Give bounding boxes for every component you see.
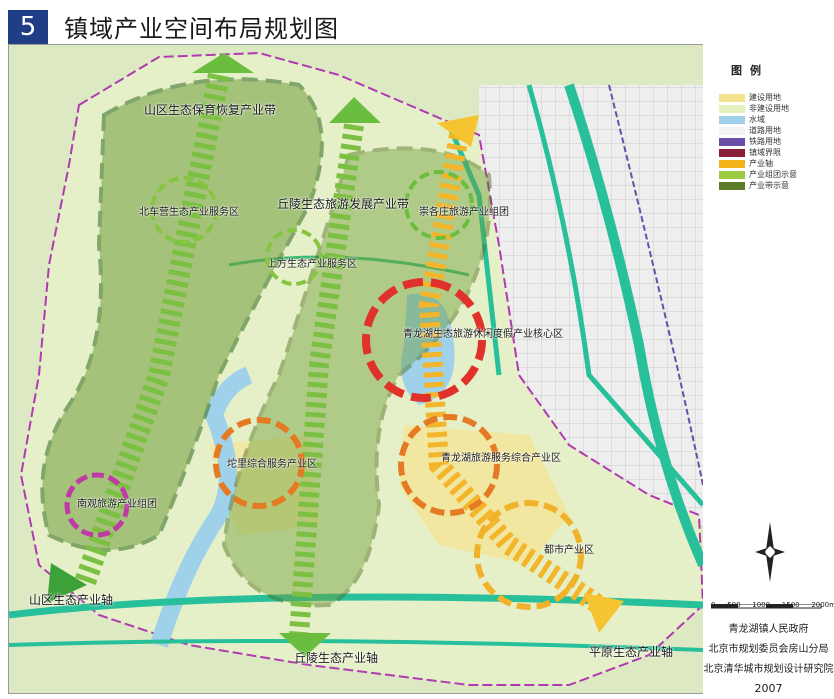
page-title: 镇域产业空间布局规划图 xyxy=(64,15,339,43)
legend-label: 铁路用地 xyxy=(749,137,781,146)
legend-item: 产业带示意 xyxy=(719,180,789,190)
credit-line-2: 北京市规划委员会房山分局 xyxy=(708,644,829,655)
legend-label: 非建设用地 xyxy=(749,104,789,113)
legend-swatch xyxy=(719,181,745,190)
label-dujia: 都市产业区 xyxy=(544,545,594,556)
label-qinglong-core: 青龙湖生态旅游休闲度假产业核心区 xyxy=(403,329,563,340)
legend-swatch xyxy=(719,126,745,135)
legend-label: 建设用地 xyxy=(749,93,781,102)
scale-tick-0: 0 xyxy=(711,601,716,609)
legend-label: 产业组团示意 xyxy=(749,170,797,179)
label-shangfang: 上方生态产业服务区 xyxy=(267,259,357,270)
legend-panel: 图例 建设用地非建设用地水域道路用地铁路用地镇域界限产业轴产业组团示意 产业带示意… xyxy=(703,44,834,699)
legend-swatch xyxy=(719,115,745,124)
legend-label: 产业轴 xyxy=(749,159,773,168)
legend-item: 镇域界限 xyxy=(719,147,781,157)
legend-item: 产业轴 xyxy=(719,158,773,168)
scale-tick-1500: 1500 xyxy=(781,601,800,609)
label-hill-belt: 丘陵生态旅游发展产业带 xyxy=(277,197,410,211)
scale-tick-500: 500 xyxy=(727,601,741,609)
scale-tick-1000: 1000 xyxy=(752,601,771,609)
legend-title: 图例 xyxy=(731,64,769,77)
credit-year: 2007 xyxy=(754,682,783,695)
legend-item: 非建设用地 xyxy=(719,103,789,113)
legend-swatch xyxy=(719,148,745,157)
legend-label: 水域 xyxy=(749,115,765,124)
north-arrow-icon xyxy=(755,522,785,582)
legend-swatch xyxy=(719,93,745,102)
label-chonggezhuang: 崇各庄旅游产业组团 xyxy=(419,207,509,218)
label-mountain-belt: 山区生态保育恢复产业带 xyxy=(144,103,277,117)
label-qinglong-service: 青龙湖旅游服务综合产业区 xyxy=(441,453,561,464)
legend-swatch xyxy=(719,104,745,113)
label-tuoli: 坨里综合服务产业区 xyxy=(227,459,317,470)
legend-swatch xyxy=(719,170,745,179)
label-axis-hill: 丘陵生态产业轴 xyxy=(294,651,379,665)
legend-swatch xyxy=(719,159,745,168)
label-axis-mountain: 山区生态产业轴 xyxy=(29,593,114,607)
section-number: 5 xyxy=(8,10,48,44)
label-nanguan: 南观旅游产业组团 xyxy=(77,499,157,510)
legend-item: 铁路用地 xyxy=(719,136,781,146)
page-header: 5 镇域产业空间布局规划图 xyxy=(0,0,834,44)
legend-swatch xyxy=(719,137,745,146)
map-canvas[interactable]: 山区生态保育恢复产业带 北车营生态产业服务区 丘陵生态旅游发展产业带 崇各庄旅游… xyxy=(8,44,704,694)
map-graphic xyxy=(9,45,703,693)
credit-line-1: 青龙湖镇人民政府 xyxy=(728,624,809,635)
credit-line-3: 北京清华城市规划设计研究院 xyxy=(703,664,834,675)
legend-item: 产业组团示意 xyxy=(719,169,797,179)
label-beichegying: 北车营生态产业服务区 xyxy=(139,207,239,218)
label-axis-plain: 平原生态产业轴 xyxy=(589,645,674,659)
legend-item: 道路用地 xyxy=(719,125,781,135)
legend-label: 镇域界限 xyxy=(749,148,781,157)
legend-label: 道路用地 xyxy=(749,126,781,135)
legend-item: 建设用地 xyxy=(719,92,781,102)
legend-label: 产业带示意 xyxy=(749,181,789,190)
scale-bar: 0 500 1000 1500 2000m xyxy=(710,595,834,615)
scale-tick-2000: 2000m xyxy=(811,601,834,609)
legend-item: 水域 xyxy=(719,114,765,124)
